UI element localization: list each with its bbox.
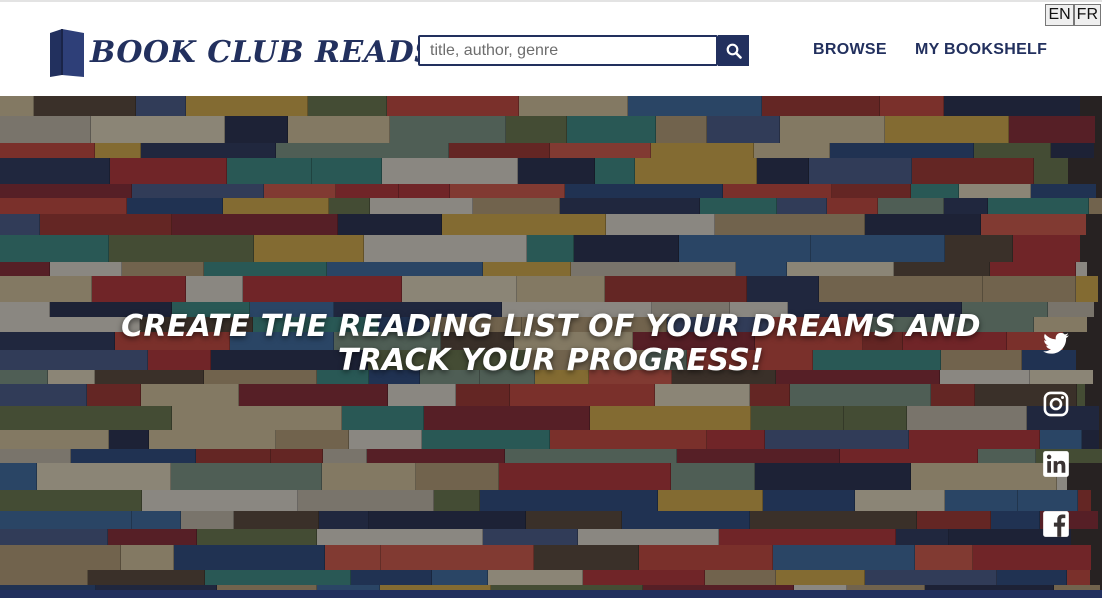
hero-section: CREATE THE READING LIST OF YOUR DREAMS A…	[0, 96, 1102, 590]
book-logo-icon	[50, 29, 84, 77]
search-input[interactable]	[418, 35, 718, 66]
bottom-bar	[0, 590, 1102, 598]
site-header: BOOK CLUB READS BROWSE MY BOOKSHELF EN F…	[0, 0, 1102, 96]
nav-browse[interactable]: BROWSE	[813, 41, 887, 59]
page: BOOK CLUB READS BROWSE MY BOOKSHELF EN F…	[0, 0, 1102, 598]
language-fr-button[interactable]: FR	[1073, 4, 1101, 26]
twitter-icon	[1043, 332, 1069, 354]
site-logo[interactable]: BOOK CLUB READS	[48, 26, 436, 78]
logo-text: BOOK CLUB READS	[90, 34, 437, 70]
search-button[interactable]	[718, 35, 749, 66]
twitter-link[interactable]	[1042, 330, 1070, 358]
instagram-link[interactable]	[1042, 390, 1070, 418]
search-icon	[726, 43, 742, 59]
facebook-icon	[1043, 511, 1069, 537]
linkedin-icon	[1043, 451, 1069, 477]
instagram-icon	[1043, 391, 1069, 417]
hero-title: CREATE THE READING LIST OF YOUR DREAMS A…	[121, 309, 981, 378]
language-switcher: EN FR	[1045, 4, 1101, 26]
nav-my-bookshelf[interactable]: MY BOOKSHELF	[915, 41, 1047, 59]
linkedin-link[interactable]	[1042, 450, 1070, 478]
search-bar	[418, 35, 749, 66]
facebook-link[interactable]	[1042, 510, 1070, 538]
language-en-button[interactable]: EN	[1045, 4, 1074, 26]
